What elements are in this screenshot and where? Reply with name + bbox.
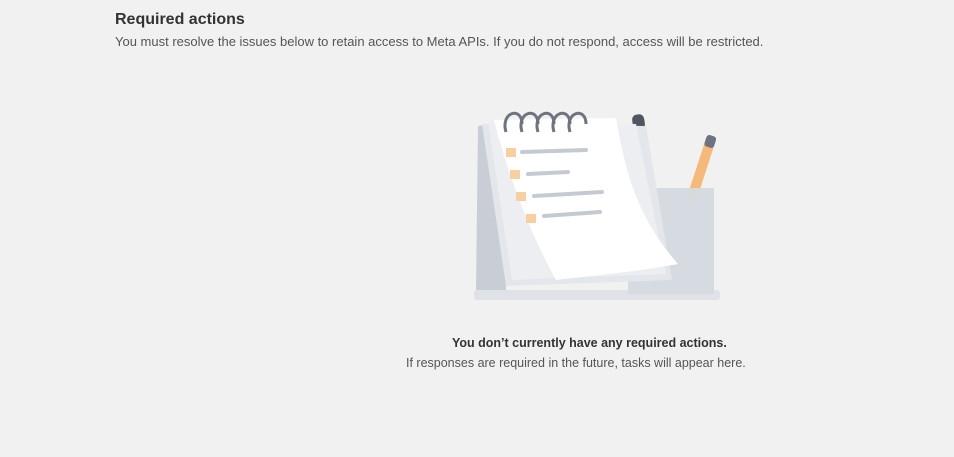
checkbox-icon (510, 170, 520, 179)
required-actions-page: Required actions You must resolve the is… (0, 0, 954, 457)
page-header: Required actions You must resolve the is… (115, 10, 763, 51)
page-subtitle: You must resolve the issues below to ret… (115, 34, 764, 49)
checkbox-icon (526, 214, 536, 223)
empty-state-title: You don’t currently have any required ac… (452, 336, 727, 350)
page-title: Required actions (115, 11, 245, 28)
empty-state: You don’t currently have any required ac… (0, 334, 954, 372)
notepad-and-pens-illustration (466, 104, 726, 314)
empty-state-message: If responses are required in the future,… (406, 356, 746, 370)
checkbox-icon (516, 192, 526, 201)
checkbox-icon (506, 148, 516, 157)
